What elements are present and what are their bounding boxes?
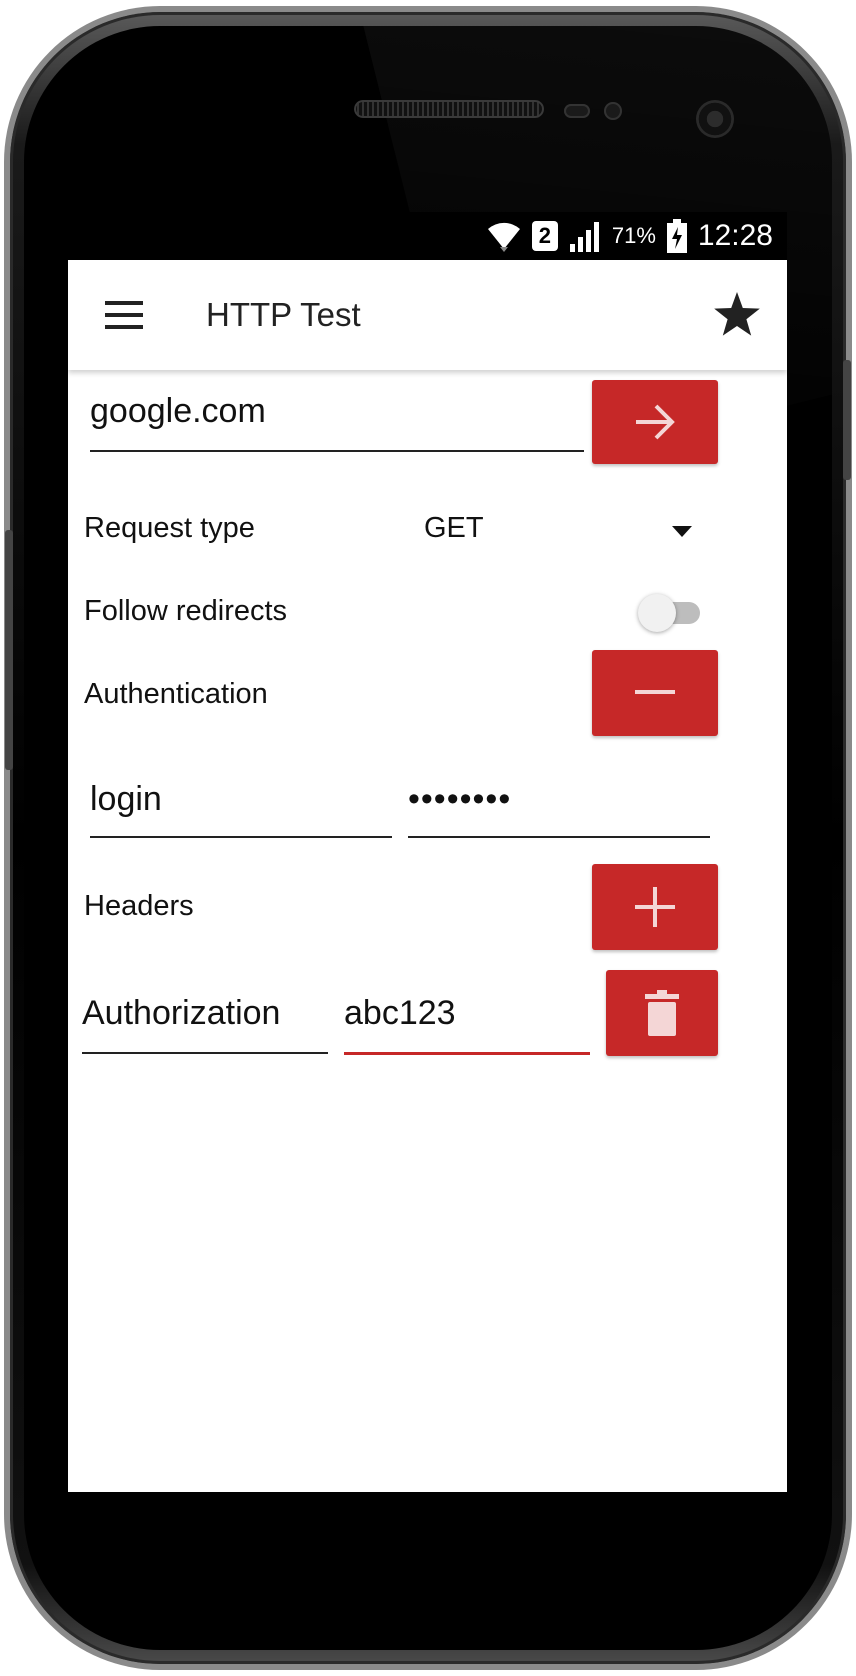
wifi-icon (487, 222, 520, 252)
url-input-value: google.com (90, 392, 266, 430)
header-value-value: abc123 (344, 994, 456, 1032)
trash-icon (645, 990, 679, 1036)
sim-badge: 2 (531, 221, 558, 251)
volume-rocker (5, 530, 13, 770)
password-input[interactable]: •••••••• (408, 780, 710, 838)
clock: 12:28 (697, 219, 773, 252)
url-input[interactable]: google.com (90, 392, 584, 452)
authentication-label: Authentication (84, 678, 268, 710)
header-name-value: Authorization (82, 994, 281, 1032)
phone-screen: 2 71% 12:28 HTTP Test google.com Request… (68, 212, 787, 1492)
hamburger-menu-icon (105, 301, 143, 329)
proximity-sensor (564, 104, 590, 118)
header-name-input[interactable]: Authorization (82, 994, 328, 1054)
delete-header-button[interactable] (606, 970, 718, 1056)
plus-icon (635, 887, 675, 927)
authentication-collapse-button[interactable] (592, 650, 718, 736)
app-bar: HTTP Test (68, 260, 787, 370)
send-request-button[interactable] (592, 380, 718, 464)
signal-icon (569, 222, 599, 252)
password-input-value: •••••••• (408, 780, 512, 818)
chevron-down-icon (672, 526, 692, 537)
earpiece-speaker (354, 100, 544, 118)
front-camera (696, 100, 734, 138)
headers-label: Headers (84, 890, 194, 922)
minus-icon (635, 690, 675, 694)
login-input[interactable]: login (90, 780, 392, 838)
add-header-button[interactable] (592, 864, 718, 950)
follow-redirects-toggle[interactable] (638, 592, 702, 632)
power-button (843, 360, 851, 480)
request-type-select[interactable]: GET (424, 506, 704, 554)
battery-charging-icon (666, 219, 687, 253)
request-type-label: Request type (84, 512, 255, 544)
toggle-thumb (638, 594, 676, 632)
battery-percent: 71% (611, 223, 656, 248)
arrow-right-icon (636, 404, 675, 440)
request-type-value: GET (424, 512, 484, 544)
follow-redirects-label: Follow redirects (84, 595, 288, 627)
light-sensor (604, 102, 622, 120)
favorite-button[interactable] (687, 260, 787, 370)
login-input-value: login (90, 780, 162, 818)
star-icon (714, 292, 760, 336)
header-value-input[interactable]: abc123 (344, 994, 590, 1055)
status-bar: 2 71% 12:28 (68, 212, 787, 260)
page-title: HTTP Test (206, 296, 361, 333)
menu-button[interactable] (68, 260, 180, 370)
